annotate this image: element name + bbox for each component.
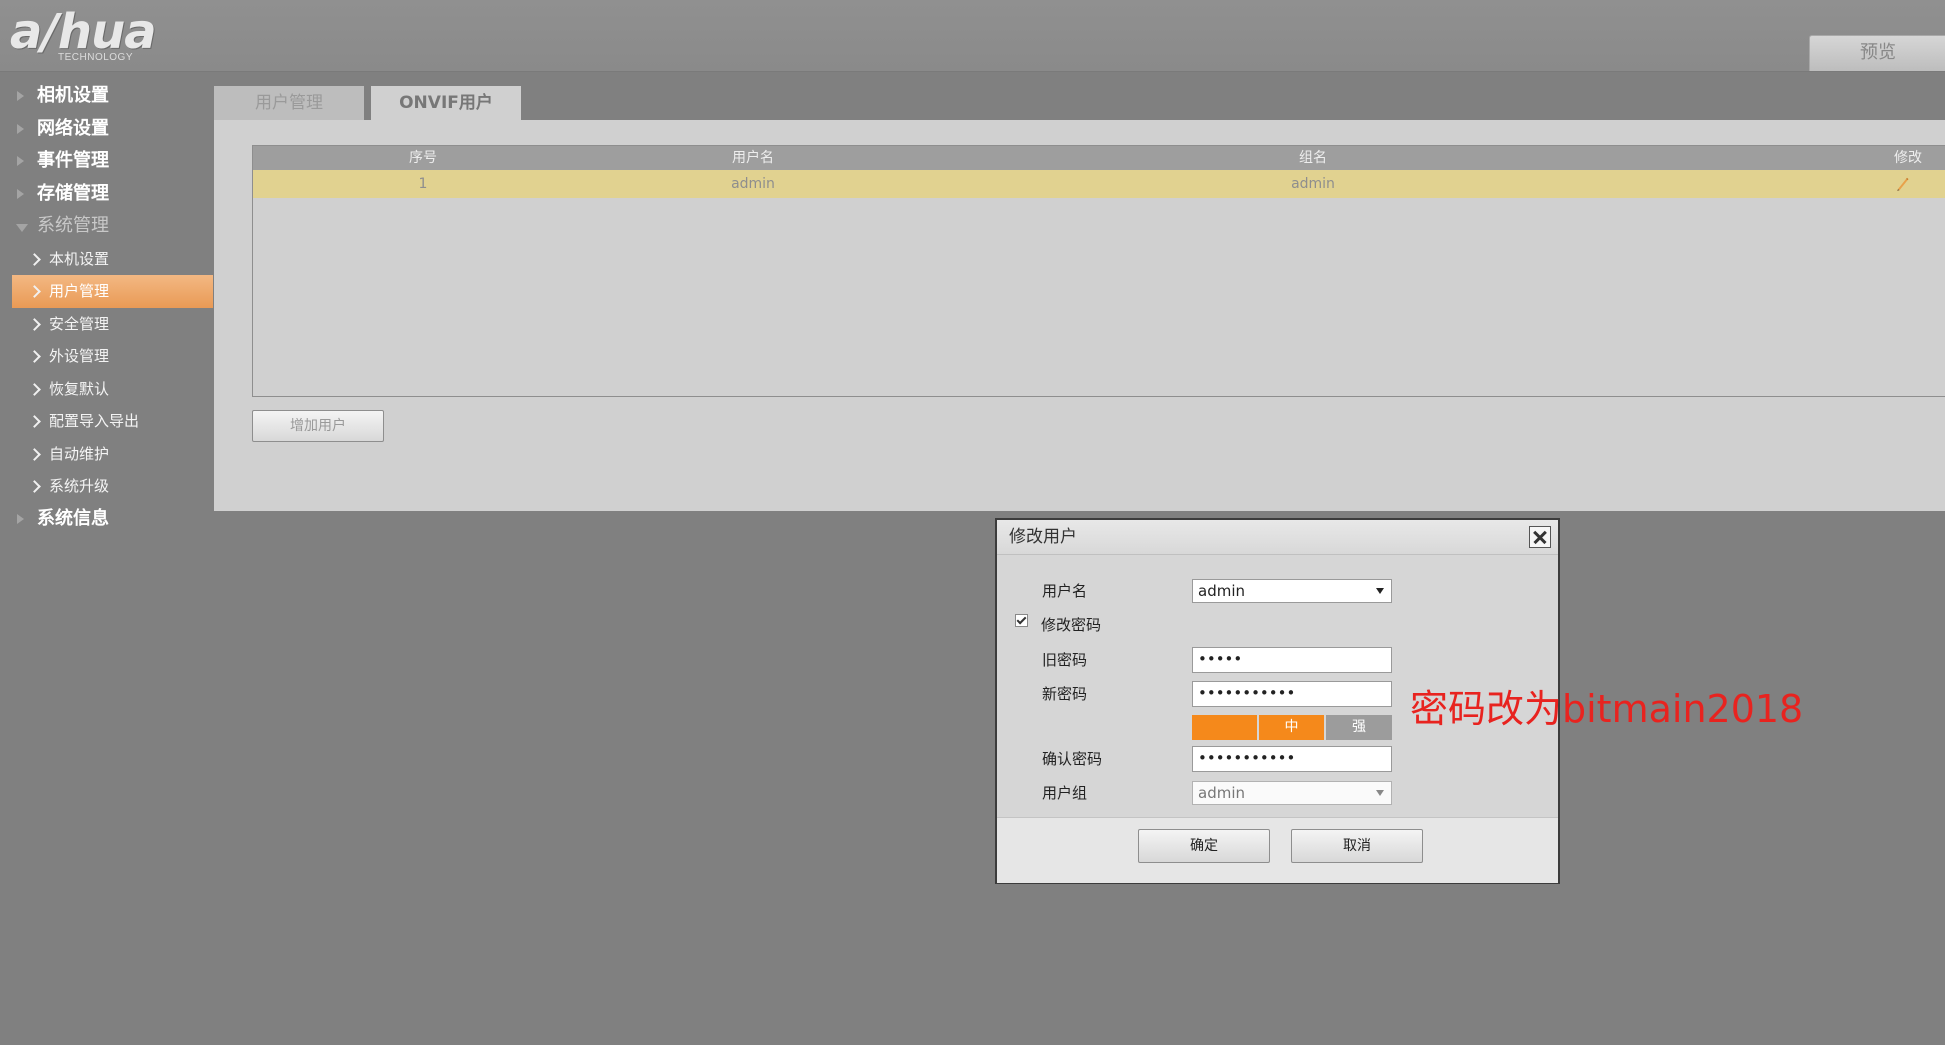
sidebar-subitem-label: 用户管理 xyxy=(49,282,110,300)
dahua-logo: a/hua TECHNOLOGY xyxy=(10,4,190,66)
sidebar-subitem-label: 系统升级 xyxy=(49,477,110,495)
tab-user-management[interactable]: 用户管理 xyxy=(214,86,364,120)
sidebar-item-system-management[interactable]: 系统管理 xyxy=(0,210,213,243)
password-strength-meter: 中 强 xyxy=(1192,715,1392,740)
dropdown-arrow-icon xyxy=(1376,588,1384,594)
sidebar-subitem-config-import-export[interactable]: 配置导入导出 xyxy=(0,405,213,438)
sidebar-subitem-auto-maintenance[interactable]: 自动维护 xyxy=(0,438,213,471)
new-password-input[interactable]: ••••••••••• xyxy=(1192,681,1392,707)
confirm-password-input[interactable]: ••••••••••• xyxy=(1192,746,1392,772)
close-icon[interactable] xyxy=(1529,526,1551,548)
sidebar-item-label: 系统信息 xyxy=(37,507,109,529)
table-row[interactable]: 1 admin admin xyxy=(253,170,1945,198)
logo-subtext: TECHNOLOGY xyxy=(58,52,134,63)
strength-segment-strong: 强 xyxy=(1326,715,1392,740)
chevron-right-icon xyxy=(28,447,41,461)
sidebar-subitem-label: 本机设置 xyxy=(49,249,110,268)
expand-triangle-icon xyxy=(17,156,24,166)
username-select-value: admin xyxy=(1198,582,1245,600)
chevron-right-icon xyxy=(28,415,41,428)
sidebar-item-label: 事件管理 xyxy=(37,150,109,171)
column-header-group: 组名 xyxy=(1299,150,1327,166)
user-group-select-value: admin xyxy=(1198,784,1245,802)
sidebar-subitem-label: 外设管理 xyxy=(49,347,110,365)
top-header: a/hua TECHNOLOGY 预览 xyxy=(0,0,1945,72)
cell-username: admin xyxy=(731,176,775,192)
old-password-input[interactable]: ••••• xyxy=(1192,647,1392,673)
add-user-button[interactable]: 增加用户 xyxy=(252,410,384,442)
username-select[interactable]: admin xyxy=(1192,579,1392,603)
chevron-right-icon xyxy=(28,317,41,331)
sidebar-subitem-restore-default[interactable]: 恢复默认 xyxy=(0,373,213,406)
sidebar-subitem-label: 安全管理 xyxy=(49,314,110,333)
chevron-right-icon xyxy=(28,350,41,363)
collapse-triangle-icon xyxy=(16,224,28,232)
sidebar-subitem-system-upgrade[interactable]: 系统升级 xyxy=(0,470,213,503)
dialog-title: 修改用户 xyxy=(1009,527,1077,547)
sidebar-subitem-local-settings[interactable]: 本机设置 xyxy=(0,243,213,276)
annotation-note: 密码改为bitmain2018 xyxy=(1410,687,1804,731)
main-panel: 序号 用户名 组名 修改 1 admin admin 增加用户 xyxy=(214,120,1945,511)
expand-triangle-icon xyxy=(17,513,24,524)
column-header-modify: 修改 xyxy=(1894,150,1922,166)
sidebar-item-storage-management[interactable]: 存储管理 xyxy=(0,178,213,211)
sidebar-subitem-security-management[interactable]: 安全管理 xyxy=(0,308,213,341)
chevron-right-icon xyxy=(28,382,41,396)
sidebar-subitem-peripheral-management[interactable]: 外设管理 xyxy=(0,340,213,373)
table-header: 序号 用户名 组名 修改 xyxy=(253,146,1945,170)
cancel-button[interactable]: 取消 xyxy=(1291,829,1423,863)
sidebar-item-label: 相机设置 xyxy=(37,85,109,106)
chevron-right-icon xyxy=(28,285,41,298)
sidebar-item-label: 存储管理 xyxy=(37,182,109,204)
old-password-label: 旧密码 xyxy=(1042,651,1088,669)
new-password-label: 新密码 xyxy=(1042,685,1088,703)
preview-tab[interactable]: 预览 xyxy=(1809,35,1945,71)
dropdown-arrow-icon xyxy=(1376,790,1384,796)
sidebar-item-camera-settings[interactable]: 相机设置 xyxy=(0,80,213,113)
sidebar-item-event-management[interactable]: 事件管理 xyxy=(0,145,213,178)
column-header-index: 序号 xyxy=(409,150,437,166)
strength-segment-weak xyxy=(1192,715,1257,740)
confirm-button[interactable]: 确定 xyxy=(1138,829,1270,863)
sidebar-item-system-info[interactable]: 系统信息 xyxy=(0,503,213,536)
sidebar-subitem-label: 自动维护 xyxy=(49,444,110,463)
sidebar-item-network-settings[interactable]: 网络设置 xyxy=(0,113,213,146)
sidebar-subitem-label: 配置导入导出 xyxy=(49,412,140,430)
sidebar-subitem-user-management[interactable]: 用户管理 xyxy=(12,275,213,308)
sidebar-subitem-label: 恢复默认 xyxy=(49,379,110,398)
username-label: 用户名 xyxy=(1042,582,1088,600)
sidebar: 相机设置 网络设置 事件管理 存储管理 系统管理 本机设置 用户管理 安全管理 … xyxy=(0,80,213,535)
sidebar-item-label: 系统管理 xyxy=(37,215,109,236)
edit-pencil-icon[interactable] xyxy=(1895,176,1909,192)
cell-group: admin xyxy=(1291,176,1335,192)
confirm-password-label: 确认密码 xyxy=(1042,750,1103,768)
user-table: 序号 用户名 组名 修改 1 admin admin xyxy=(252,145,1945,397)
expand-triangle-icon xyxy=(17,188,24,199)
change-password-checkbox[interactable] xyxy=(1015,614,1028,627)
strength-segment-medium: 中 xyxy=(1259,715,1324,740)
change-password-label: 修改密码 xyxy=(1041,616,1102,634)
chevron-right-icon xyxy=(28,480,41,493)
chevron-right-icon xyxy=(28,252,41,266)
sidebar-item-label: 网络设置 xyxy=(37,117,109,139)
tab-onvif-users[interactable]: ONVIF用户 xyxy=(371,86,521,120)
expand-triangle-icon xyxy=(17,123,24,134)
user-group-select[interactable]: admin xyxy=(1192,781,1392,805)
dialog-titlebar: 修改用户 xyxy=(997,520,1558,555)
user-group-label: 用户组 xyxy=(1042,784,1088,802)
column-header-username: 用户名 xyxy=(732,150,774,166)
expand-triangle-icon xyxy=(17,91,24,101)
dialog-footer: 确定 取消 xyxy=(997,817,1558,883)
cell-index: 1 xyxy=(418,176,428,192)
